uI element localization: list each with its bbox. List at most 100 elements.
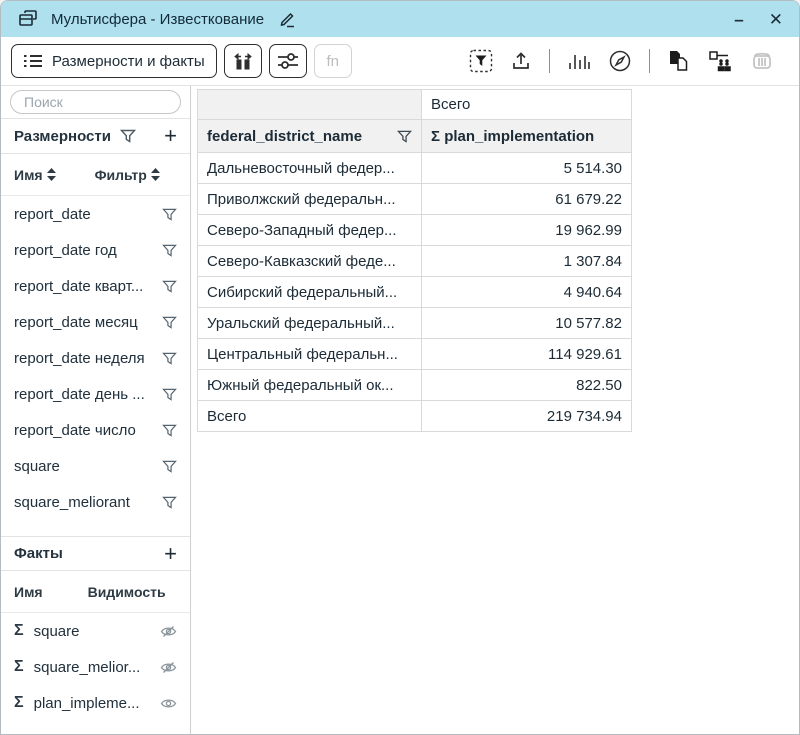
- dimension-item[interactable]: report_date месяц: [1, 304, 190, 340]
- filter-icon[interactable]: [162, 316, 177, 329]
- dimensions-columns-header: Имя Фильтр: [1, 154, 190, 196]
- row-label-cell[interactable]: Северо-Западный федер...: [198, 215, 422, 246]
- measure-header[interactable]: Σ plan_implementation: [422, 120, 632, 153]
- row-dimension-header[interactable]: federal_district_name: [198, 120, 422, 153]
- add-dimension-button[interactable]: +: [164, 125, 177, 147]
- value-cell[interactable]: 4 940.64: [422, 277, 632, 308]
- dimensions-facts-button[interactable]: Размерности и факты: [11, 44, 217, 78]
- row-label-cell[interactable]: Приволжский федеральн...: [198, 184, 422, 215]
- table-row: Уральский федеральный... 10 577.82: [198, 308, 632, 339]
- table-row: Дальневосточный федер... 5 514.30: [198, 153, 632, 184]
- visibility-on-icon[interactable]: [160, 697, 177, 710]
- sigma-icon: Σ: [431, 128, 440, 145]
- filter-icon[interactable]: [162, 496, 177, 509]
- fn-label: fn: [326, 53, 339, 70]
- sliders-icon: [277, 52, 299, 70]
- visibility-off-icon[interactable]: [160, 625, 177, 638]
- dimension-item[interactable]: square: [1, 448, 190, 484]
- filter-icon[interactable]: [162, 352, 177, 365]
- sigma-icon: Σ: [14, 694, 24, 712]
- value-cell[interactable]: 5 514.30: [422, 153, 632, 184]
- row-label-cell[interactable]: Центральный федеральн...: [198, 339, 422, 370]
- titlebar: Мультисфера - Известкование – ✕: [1, 1, 799, 37]
- filter-icon[interactable]: [162, 280, 177, 293]
- dimension-item[interactable]: report_date число: [1, 412, 190, 448]
- table-row: Сибирский федеральный... 4 940.64: [198, 277, 632, 308]
- dimension-item[interactable]: square_meliorant: [1, 484, 190, 520]
- value-cell[interactable]: 19 962.99: [422, 215, 632, 246]
- close-button[interactable]: ✕: [769, 11, 783, 28]
- facts-columns-header: Имя Видимость: [1, 571, 190, 613]
- dimension-item[interactable]: report_date кварт...: [1, 268, 190, 304]
- dimension-item[interactable]: report_date год: [1, 232, 190, 268]
- value-cell[interactable]: 219 734.94: [422, 401, 632, 432]
- sigma-icon: Σ: [14, 622, 24, 640]
- filter-selection-icon[interactable]: [469, 49, 493, 73]
- window-controls: – ✕: [734, 11, 783, 28]
- add-fact-button[interactable]: +: [164, 543, 177, 565]
- filter-icon[interactable]: [162, 244, 177, 257]
- pivot-table: Всего federal_district_name Σ plan_imp: [197, 89, 632, 432]
- toolbar-divider: [549, 49, 550, 73]
- edit-title-icon[interactable]: [276, 10, 296, 28]
- filter-icon[interactable]: [162, 388, 177, 401]
- window-title: Мультисфера - Известкование: [51, 11, 264, 28]
- sigma-icon: Σ: [14, 658, 24, 676]
- fact-item[interactable]: Σ square_melior...: [1, 649, 190, 685]
- dimensions-filter-icon[interactable]: [120, 129, 136, 143]
- dimensions-section-header: Размерности +: [1, 119, 190, 154]
- minimize-button[interactable]: –: [734, 11, 742, 28]
- sort-icon: [47, 168, 56, 181]
- facts-visibility-col: Видимость: [88, 584, 166, 600]
- histogram-icon[interactable]: [567, 50, 591, 72]
- facts-list: Σ square Σ square_melior...: [1, 613, 190, 721]
- fact-item[interactable]: Σ plan_impleme...: [1, 685, 190, 721]
- value-cell[interactable]: 114 929.61: [422, 339, 632, 370]
- dims-name-sort[interactable]: Имя: [14, 167, 56, 183]
- filter-icon[interactable]: [162, 208, 177, 221]
- compass-icon[interactable]: [608, 49, 632, 73]
- visibility-off-icon[interactable]: [160, 661, 177, 674]
- fact-item[interactable]: Σ square: [1, 613, 190, 649]
- filter-icon[interactable]: [162, 460, 177, 473]
- search-input[interactable]: [10, 90, 181, 114]
- pivot-area: Всего federal_district_name Σ plan_imp: [191, 86, 799, 734]
- sort-icon: [151, 168, 160, 181]
- dimension-item[interactable]: report_date неделя: [1, 340, 190, 376]
- value-cell[interactable]: 1 307.84: [422, 246, 632, 277]
- hierarchy-icon[interactable]: [708, 49, 732, 73]
- row-label-cell[interactable]: Южный федеральный ок...: [198, 370, 422, 401]
- spacer: [1, 520, 190, 536]
- dimension-item[interactable]: report_date: [1, 196, 190, 232]
- row-label-cell[interactable]: Сибирский федеральный...: [198, 277, 422, 308]
- export-icon[interactable]: [510, 50, 532, 72]
- multisphere-window-icon: [17, 8, 39, 30]
- fn-button: fn: [314, 44, 352, 78]
- row-label-cell[interactable]: Всего: [198, 401, 422, 432]
- pivot-corner-cell[interactable]: [198, 90, 422, 120]
- facts-section-header: Факты +: [1, 536, 190, 571]
- toolbar-divider: [649, 49, 650, 73]
- table-row: Приволжский федеральн... 61 679.22: [198, 184, 632, 215]
- settings-sliders-button[interactable]: [269, 44, 307, 78]
- table-row: Центральный федеральн... 114 929.61: [198, 339, 632, 370]
- table-row: Северо-Кавказский феде... 1 307.84: [198, 246, 632, 277]
- filter-icon[interactable]: [162, 424, 177, 437]
- value-cell[interactable]: 822.50: [422, 370, 632, 401]
- dimension-item[interactable]: report_date день ...: [1, 376, 190, 412]
- dimension-list: report_date report_date год report_date …: [1, 196, 190, 520]
- column-width-button[interactable]: [224, 44, 262, 78]
- total-column-header[interactable]: Всего: [422, 90, 632, 120]
- value-cell[interactable]: 10 577.82: [422, 308, 632, 339]
- app-window: Мультисфера - Известкование – ✕ Размерно…: [0, 0, 800, 735]
- dims-filter-sort[interactable]: Фильтр: [95, 167, 160, 183]
- row-label-cell[interactable]: Уральский федеральный...: [198, 308, 422, 339]
- list-icon: [23, 53, 43, 69]
- filter-icon[interactable]: [397, 130, 412, 143]
- toolbar-right-group: [469, 49, 789, 73]
- row-label-cell[interactable]: Северо-Кавказский феде...: [198, 246, 422, 277]
- value-cell[interactable]: 61 679.22: [422, 184, 632, 215]
- copy-icon[interactable]: [667, 49, 691, 73]
- table-row: Южный федеральный ок... 822.50: [198, 370, 632, 401]
- row-label-cell[interactable]: Дальневосточный федер...: [198, 153, 422, 184]
